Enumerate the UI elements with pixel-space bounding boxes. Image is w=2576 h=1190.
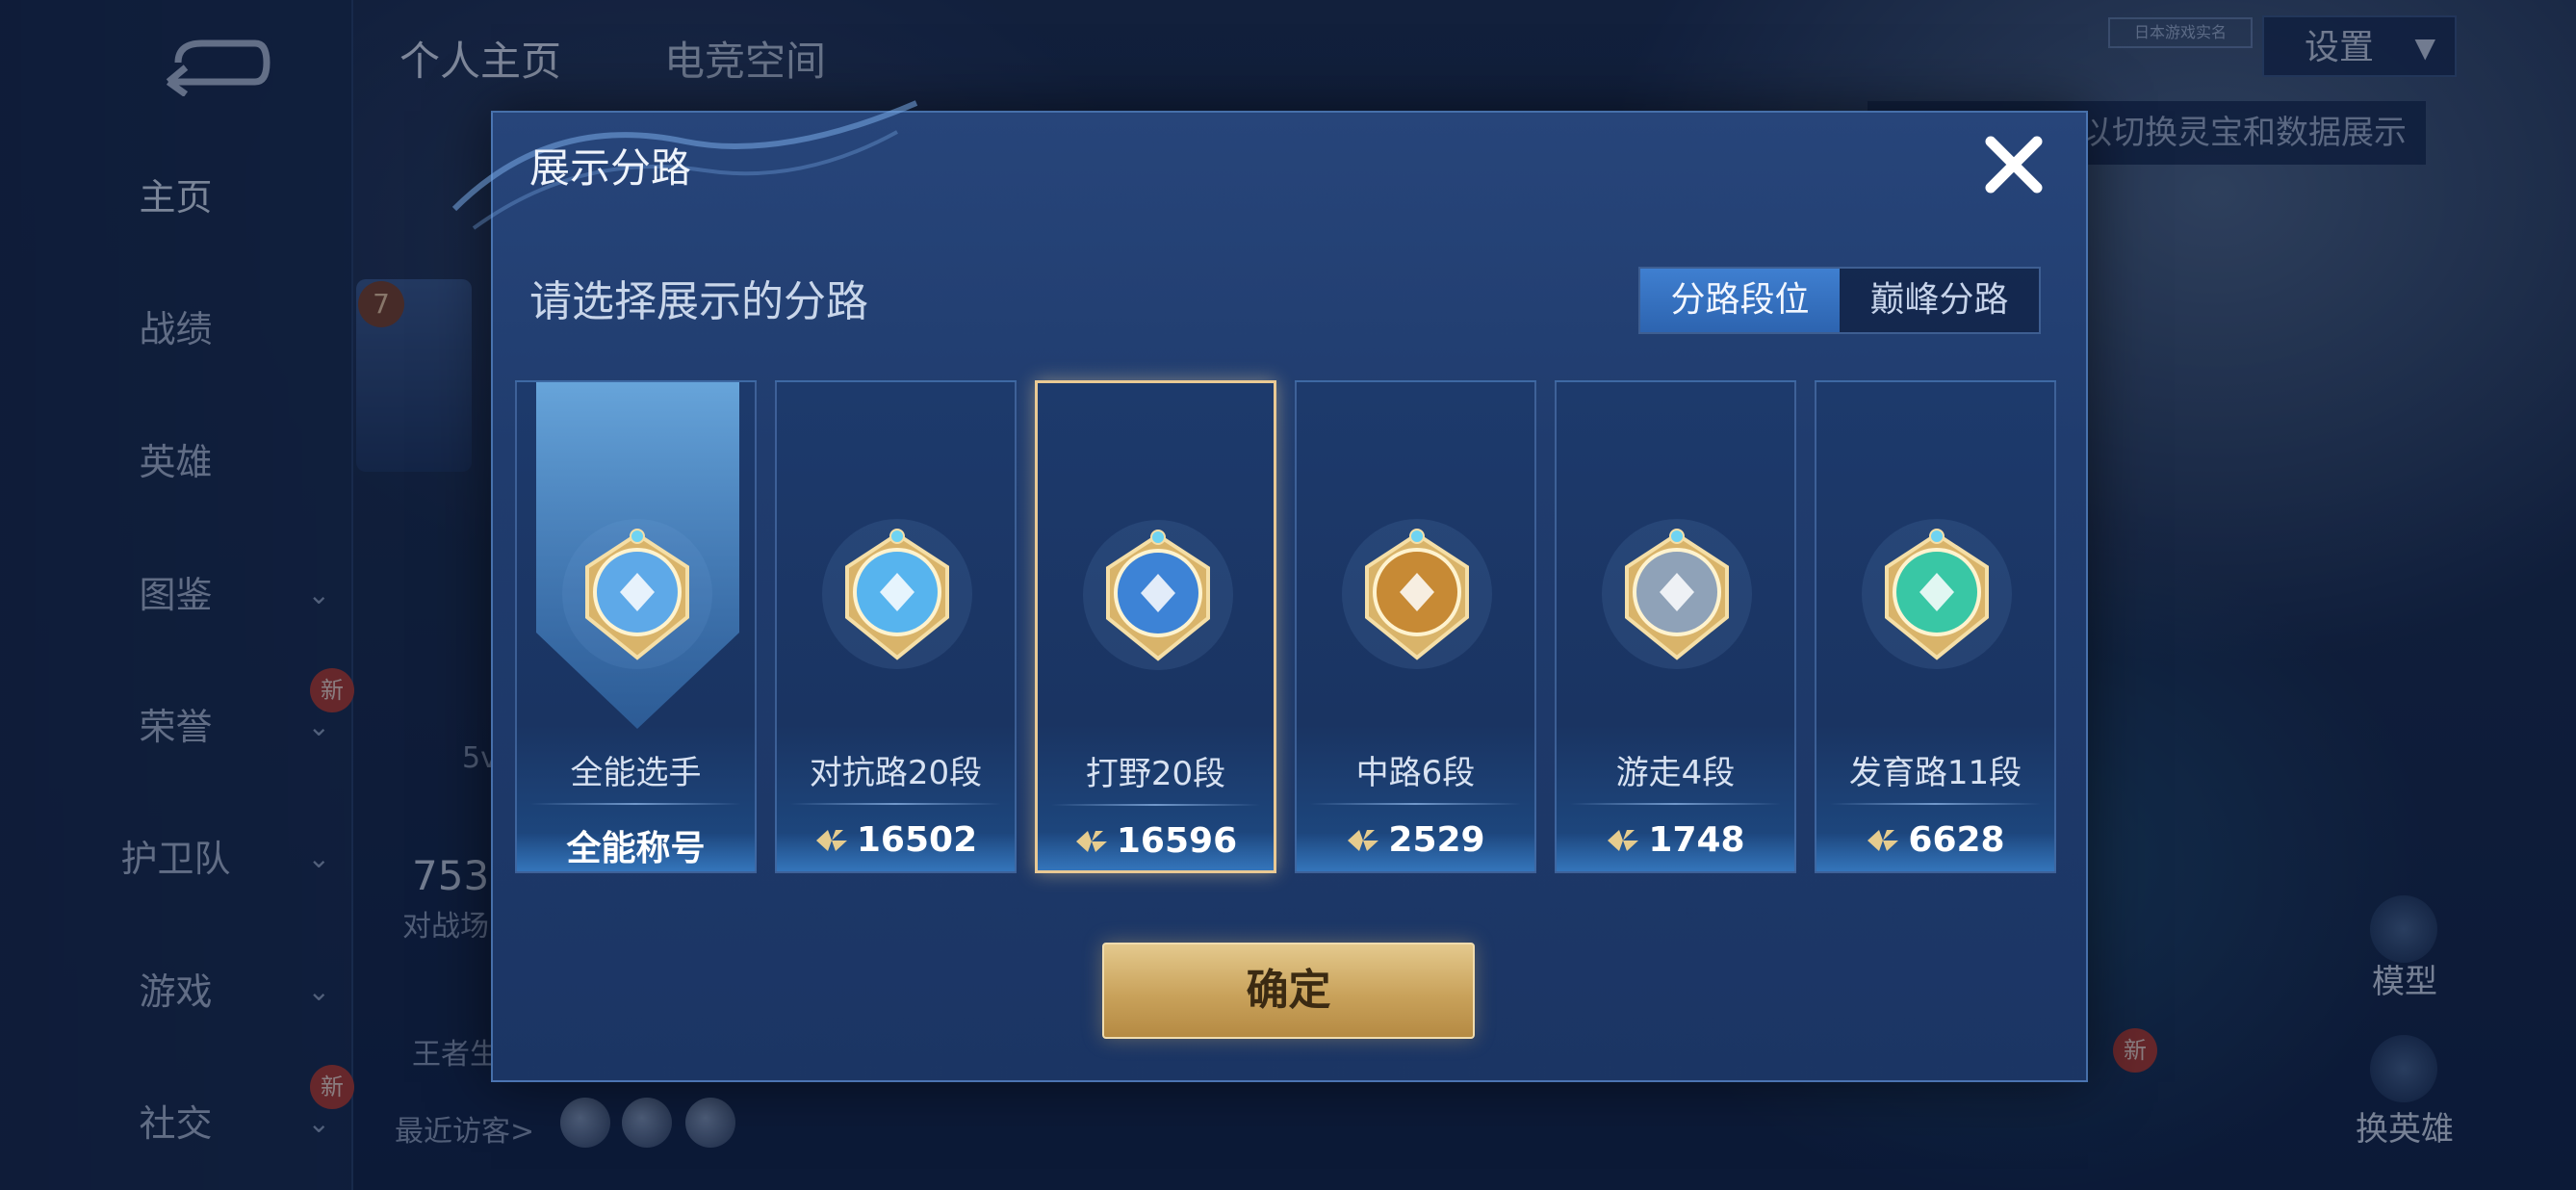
close-icon[interactable] [1975, 126, 2052, 203]
display-mode-toggle: 分路段位 巅峰分路 [1638, 267, 2041, 334]
divider [1570, 803, 1781, 805]
clash-lane-emblem [822, 519, 972, 669]
lane-card-value-text: 6628 [1908, 820, 2005, 860]
lane-card-value-text: 2529 [1388, 820, 1485, 860]
confirm-button[interactable]: 确定 [1102, 943, 1475, 1039]
lane-card-title: 全能选手 [570, 754, 702, 792]
lane-card[interactable]: 全能选手 全能称号 [515, 380, 757, 873]
lane-card-value: 16596 [1038, 821, 1274, 861]
lane-card[interactable]: 对抗路20段 16502 [775, 380, 1017, 873]
allround-emblem [562, 519, 712, 669]
divider [1051, 804, 1260, 806]
lane-card-value: 1748 [1557, 820, 1794, 860]
divider [530, 803, 741, 805]
toggle-lane-rank[interactable]: 分路段位 [1640, 269, 1840, 332]
lane-card-title: 打野20段 [1085, 755, 1226, 793]
dialog-prompt: 请选择展示的分路 [529, 277, 868, 326]
rank-points-icon [815, 830, 847, 851]
lane-display-dialog: 展示分路 请选择展示的分路 分路段位 巅峰分路 全能选手 全能称号 对抗路20段 16… [451, 100, 2088, 1082]
divider [1830, 803, 2041, 805]
roam-emblem [1602, 519, 1752, 669]
rank-points-icon [1075, 831, 1107, 852]
toggle-peak-lane[interactable]: 巅峰分路 [1840, 269, 2039, 332]
rank-points-icon [1348, 830, 1379, 851]
lane-card[interactable]: 打野20段 16596 [1035, 380, 1276, 873]
farm-lane-emblem [1862, 519, 2012, 669]
lane-card-value-text: 1748 [1648, 820, 1745, 860]
lane-card-value: 6628 [1816, 820, 2054, 860]
jungle-emblem [1083, 520, 1233, 670]
rank-points-icon [1868, 830, 1899, 851]
lane-card-title: 对抗路20段 [809, 754, 983, 792]
lane-card[interactable]: 中路6段 2529 [1295, 380, 1536, 873]
lane-card-value: 16502 [777, 820, 1015, 860]
rank-points-icon [1608, 830, 1639, 851]
lane-card-value-text: 16502 [856, 820, 978, 860]
divider [790, 803, 1001, 805]
lane-card[interactable]: 游走4段 1748 [1555, 380, 1796, 873]
lane-card-value-text: 全能称号 [566, 829, 706, 868]
lane-card-title: 中路6段 [1355, 754, 1476, 792]
lane-card-title: 发育路11段 [1848, 754, 2022, 792]
lane-card[interactable]: 发育路11段 6628 [1815, 380, 2056, 873]
dialog-title: 展示分路 [529, 144, 692, 192]
divider [1310, 803, 1521, 805]
lane-card-title: 游走4段 [1615, 754, 1736, 792]
mid-lane-emblem [1342, 519, 1492, 669]
lane-card-value-text: 16596 [1116, 821, 1238, 861]
lane-card-value: 全能称号 [517, 820, 755, 870]
lane-card-value: 2529 [1297, 820, 1534, 860]
